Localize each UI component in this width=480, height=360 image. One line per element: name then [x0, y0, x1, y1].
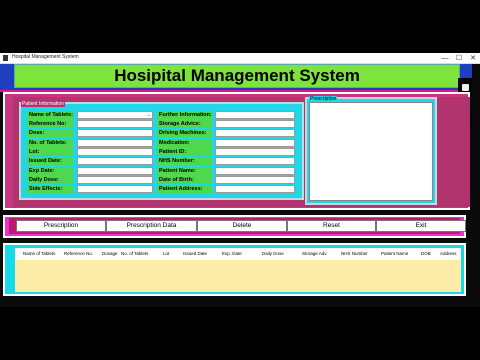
- column-header[interactable]: Dosage: [102, 251, 118, 256]
- prescription-data-button[interactable]: Prescription Data: [106, 220, 197, 232]
- column-header[interactable]: Address: [440, 251, 457, 256]
- label-issued-date: Issued Date:: [27, 157, 73, 165]
- column-header[interactable]: Exp. Date: [222, 251, 242, 256]
- label-storage-advice: Storage Advice:: [157, 120, 212, 128]
- label-nhs-number: NHS Number:: [157, 157, 212, 165]
- label-no-of-tablets: No. of Tablets:: [27, 139, 73, 147]
- label-daily-dose: Daily Dose:: [27, 176, 73, 184]
- label-patient-id: Patient ID:: [157, 148, 212, 156]
- side-effects-field[interactable]: [77, 185, 153, 193]
- patient-info-label: Patient Information: [21, 101, 65, 107]
- reset-button[interactable]: Reset: [287, 220, 376, 232]
- window-titlebar: Hospital Management System — ☐ ✕: [0, 53, 480, 64]
- exp-date-field[interactable]: [77, 167, 153, 175]
- driving-machines-field[interactable]: [215, 129, 295, 137]
- issued-date-field[interactable]: [77, 157, 153, 165]
- reference-no-field[interactable]: [77, 120, 153, 128]
- date-of-birth-field[interactable]: [215, 176, 295, 184]
- storage-advice-field[interactable]: [215, 120, 295, 128]
- column-header[interactable]: Lot: [163, 251, 169, 256]
- prescription-button[interactable]: Prescription: [16, 220, 106, 232]
- medication-field[interactable]: [215, 139, 295, 147]
- label-date-of-birth: Date of Birth:: [157, 176, 212, 184]
- label-name-of-tablets: Name of Tablets:: [27, 111, 73, 119]
- column-header[interactable]: Issued Date: [183, 251, 207, 256]
- no-of-tablets-field[interactable]: [77, 139, 153, 147]
- label-patient-address: Patient Address:: [157, 185, 212, 193]
- minimize-icon[interactable]: —: [438, 53, 452, 64]
- patient-address-field[interactable]: [215, 185, 295, 193]
- column-header[interactable]: Storage Adv.: [302, 251, 327, 256]
- label-further-information: Further Information:: [157, 111, 212, 119]
- label-medication: Medication:: [157, 139, 212, 147]
- lot-field[interactable]: [77, 148, 153, 156]
- app-title: Hosipital Management System: [114, 66, 360, 85]
- label-driving-machines: Driving Machines:: [157, 129, 212, 137]
- patient-name-field[interactable]: [215, 167, 295, 175]
- column-header[interactable]: NHS Number: [341, 251, 368, 256]
- prescription-textarea[interactable]: [309, 102, 433, 201]
- tablet-name-dropdown[interactable]: ⌄: [77, 111, 153, 119]
- nhs-number-field[interactable]: [215, 157, 295, 165]
- window-title: Hospital Management System: [12, 54, 79, 60]
- label-dose: Dose:: [27, 129, 73, 137]
- label-side-effects: Side Effects:: [27, 185, 73, 193]
- label-lot: Lot:: [27, 148, 73, 156]
- column-header[interactable]: Daily Dose: [262, 251, 284, 256]
- column-header[interactable]: Patient Name: [381, 251, 408, 256]
- column-header[interactable]: No. of Tablets: [121, 251, 148, 256]
- daily-dose-field[interactable]: [77, 176, 153, 184]
- exit-button[interactable]: Exit: [376, 220, 466, 232]
- column-header[interactable]: DOB: [421, 251, 431, 256]
- column-header[interactable]: Name of Tablets: [23, 251, 55, 256]
- dose-field[interactable]: [77, 129, 153, 137]
- app-icon: [3, 55, 8, 61]
- delete-button[interactable]: Delete: [197, 220, 287, 232]
- label-reference-no: Reference No:: [27, 120, 73, 128]
- label-exp-date: Exp Date:: [27, 167, 73, 175]
- further-information-field[interactable]: [215, 111, 295, 119]
- label-patient-name: Patient Name:: [157, 167, 212, 175]
- close-icon[interactable]: ✕: [466, 53, 480, 64]
- camera-icon[interactable]: [462, 84, 469, 91]
- patient-id-field[interactable]: [215, 148, 295, 156]
- column-header[interactable]: Reference No.: [64, 251, 93, 256]
- maximize-icon[interactable]: ☐: [452, 53, 466, 64]
- chevron-down-icon: ⌄: [146, 112, 151, 118]
